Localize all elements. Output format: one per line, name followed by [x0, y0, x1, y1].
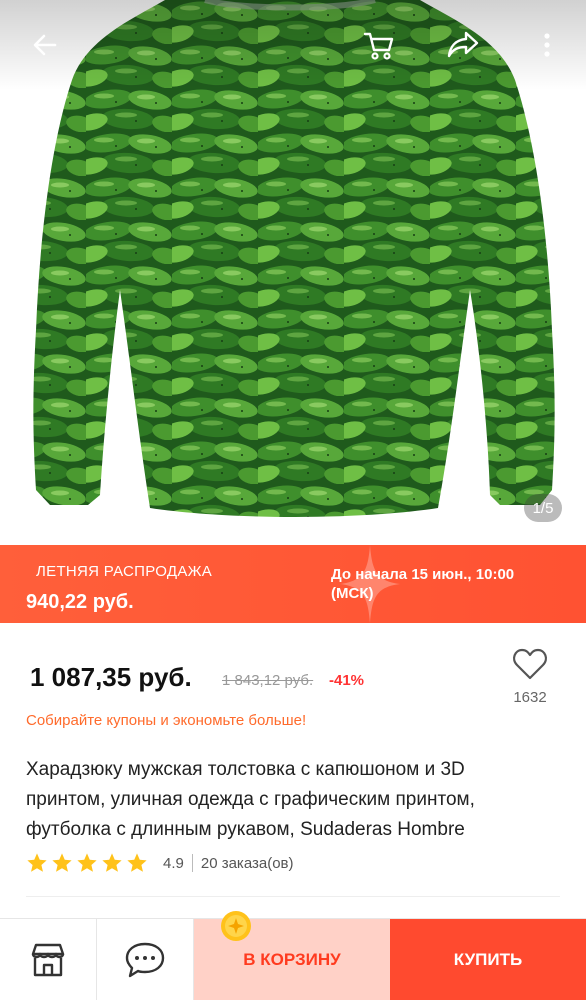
product-title: Харадзюку мужская толстовка с капюшоном … — [26, 759, 475, 840]
section-divider — [26, 896, 560, 897]
sale-price: 940,22 руб. — [26, 591, 134, 613]
discount-badge: -41% — [329, 672, 365, 689]
sale-start-time: До начала 15 июн., 10:00 (МСК) — [331, 566, 515, 602]
back-button[interactable] — [22, 22, 68, 68]
cart-icon — [363, 32, 394, 60]
star-icon — [52, 853, 72, 872]
share-icon — [447, 31, 479, 58]
heart-icon — [513, 648, 547, 680]
chat-button[interactable] — [97, 919, 194, 1000]
bottom-action-bar: В КОРЗИНУ КУПИТЬ — [0, 918, 586, 1000]
coupon-link[interactable]: Собирайте купоны и экономьте больше! — [26, 712, 306, 729]
current-price: 1 087,35 руб. — [30, 662, 192, 692]
cart-button[interactable] — [356, 22, 402, 68]
store-icon — [31, 943, 65, 977]
favorites-count: 1632 — [513, 689, 547, 706]
star-icon — [127, 853, 147, 872]
chat-icon — [125, 942, 165, 978]
sale-banner[interactable]: ЛЕТНЯЯ РАСПРОДАЖА 940,22 руб. До начала … — [0, 545, 586, 623]
rating-value: 4.9 — [163, 854, 184, 872]
image-counter: 1/5 — [524, 494, 562, 522]
more-button[interactable] — [524, 22, 570, 68]
more-vertical-icon — [544, 33, 550, 57]
buy-now-button[interactable]: КУПИТЬ — [390, 919, 586, 1000]
star-icon — [77, 853, 97, 872]
store-button[interactable] — [0, 919, 97, 1000]
rating-stars — [26, 852, 151, 874]
original-price: 1 843,12 руб. — [222, 672, 314, 689]
rating-separator — [191, 854, 193, 872]
rating-row[interactable]: 4.9 20 заказа(ов) — [26, 850, 294, 876]
share-button[interactable] — [440, 22, 486, 68]
arrow-left-icon — [33, 34, 57, 56]
star-icon — [102, 853, 122, 872]
product-image-gallery[interactable]: 1/5 — [0, 0, 586, 545]
favorite-button[interactable]: 1632 — [506, 645, 554, 709]
sale-title: ЛЕТНЯЯ РАСПРОДАЖА — [36, 563, 213, 580]
coin-icon — [221, 911, 251, 941]
orders-count: 20 заказа(ов) — [200, 854, 294, 872]
star-icon — [27, 853, 47, 872]
